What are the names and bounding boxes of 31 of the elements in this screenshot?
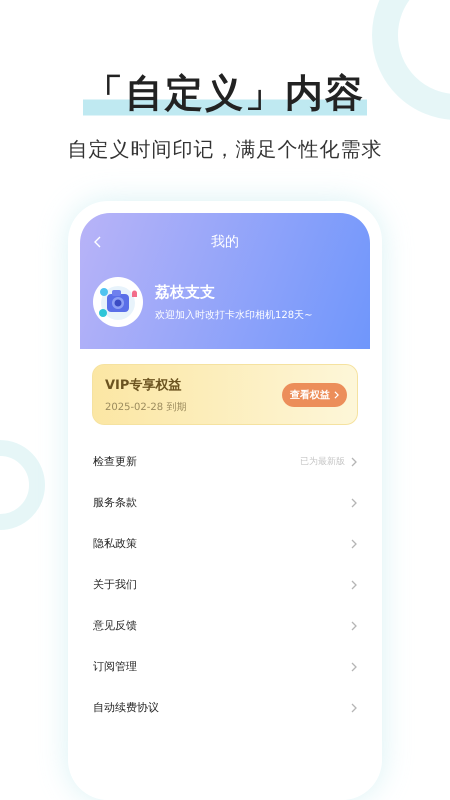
chevron-icon bbox=[351, 580, 357, 590]
subtitle: 自定义时间印记，满足个性化需求 bbox=[68, 136, 382, 163]
menu-label: 意见反馈 bbox=[93, 618, 137, 633]
back-icon[interactable] bbox=[93, 236, 101, 248]
vip-title: VIP专享权益 bbox=[105, 376, 182, 394]
screen-title: 我的 bbox=[211, 233, 239, 251]
menu-item[interactable]: 关于我们 bbox=[93, 564, 357, 605]
menu-item[interactable]: 意见反馈 bbox=[93, 605, 357, 646]
menu-label: 订阅管理 bbox=[93, 659, 137, 674]
menu-item[interactable]: 订阅管理 bbox=[93, 646, 357, 687]
chevron-icon bbox=[351, 538, 357, 548]
menu-label: 隐私政策 bbox=[93, 536, 137, 551]
chevron-icon bbox=[334, 390, 339, 398]
menu-item[interactable]: 检查更新 已为最新版 bbox=[93, 441, 357, 482]
camera-avatar-icon bbox=[93, 277, 143, 327]
menu-label: 服务条款 bbox=[93, 495, 137, 510]
welcome-text: 欢迎加入时改打卡水印相机128天~ bbox=[155, 308, 312, 322]
menu-label: 检查更新 bbox=[93, 454, 137, 469]
chevron-icon bbox=[351, 498, 357, 508]
menu-item[interactable]: 隐私政策 bbox=[93, 523, 357, 564]
menu-item[interactable]: 自动续费协议 bbox=[93, 687, 357, 728]
version-status: 已为最新版 bbox=[300, 456, 345, 468]
user-name: 荔枝支支 bbox=[155, 282, 216, 302]
menu-item[interactable]: 服务条款 bbox=[93, 482, 357, 523]
menu-label: 自动续费协议 bbox=[93, 700, 159, 715]
chevron-icon bbox=[351, 702, 357, 712]
chevron-icon bbox=[351, 620, 357, 630]
chevron-icon bbox=[351, 456, 357, 466]
chevron-icon bbox=[351, 662, 357, 672]
vip-expiry: 2025-02-28 到期 bbox=[105, 400, 186, 414]
menu-label: 关于我们 bbox=[93, 577, 137, 592]
